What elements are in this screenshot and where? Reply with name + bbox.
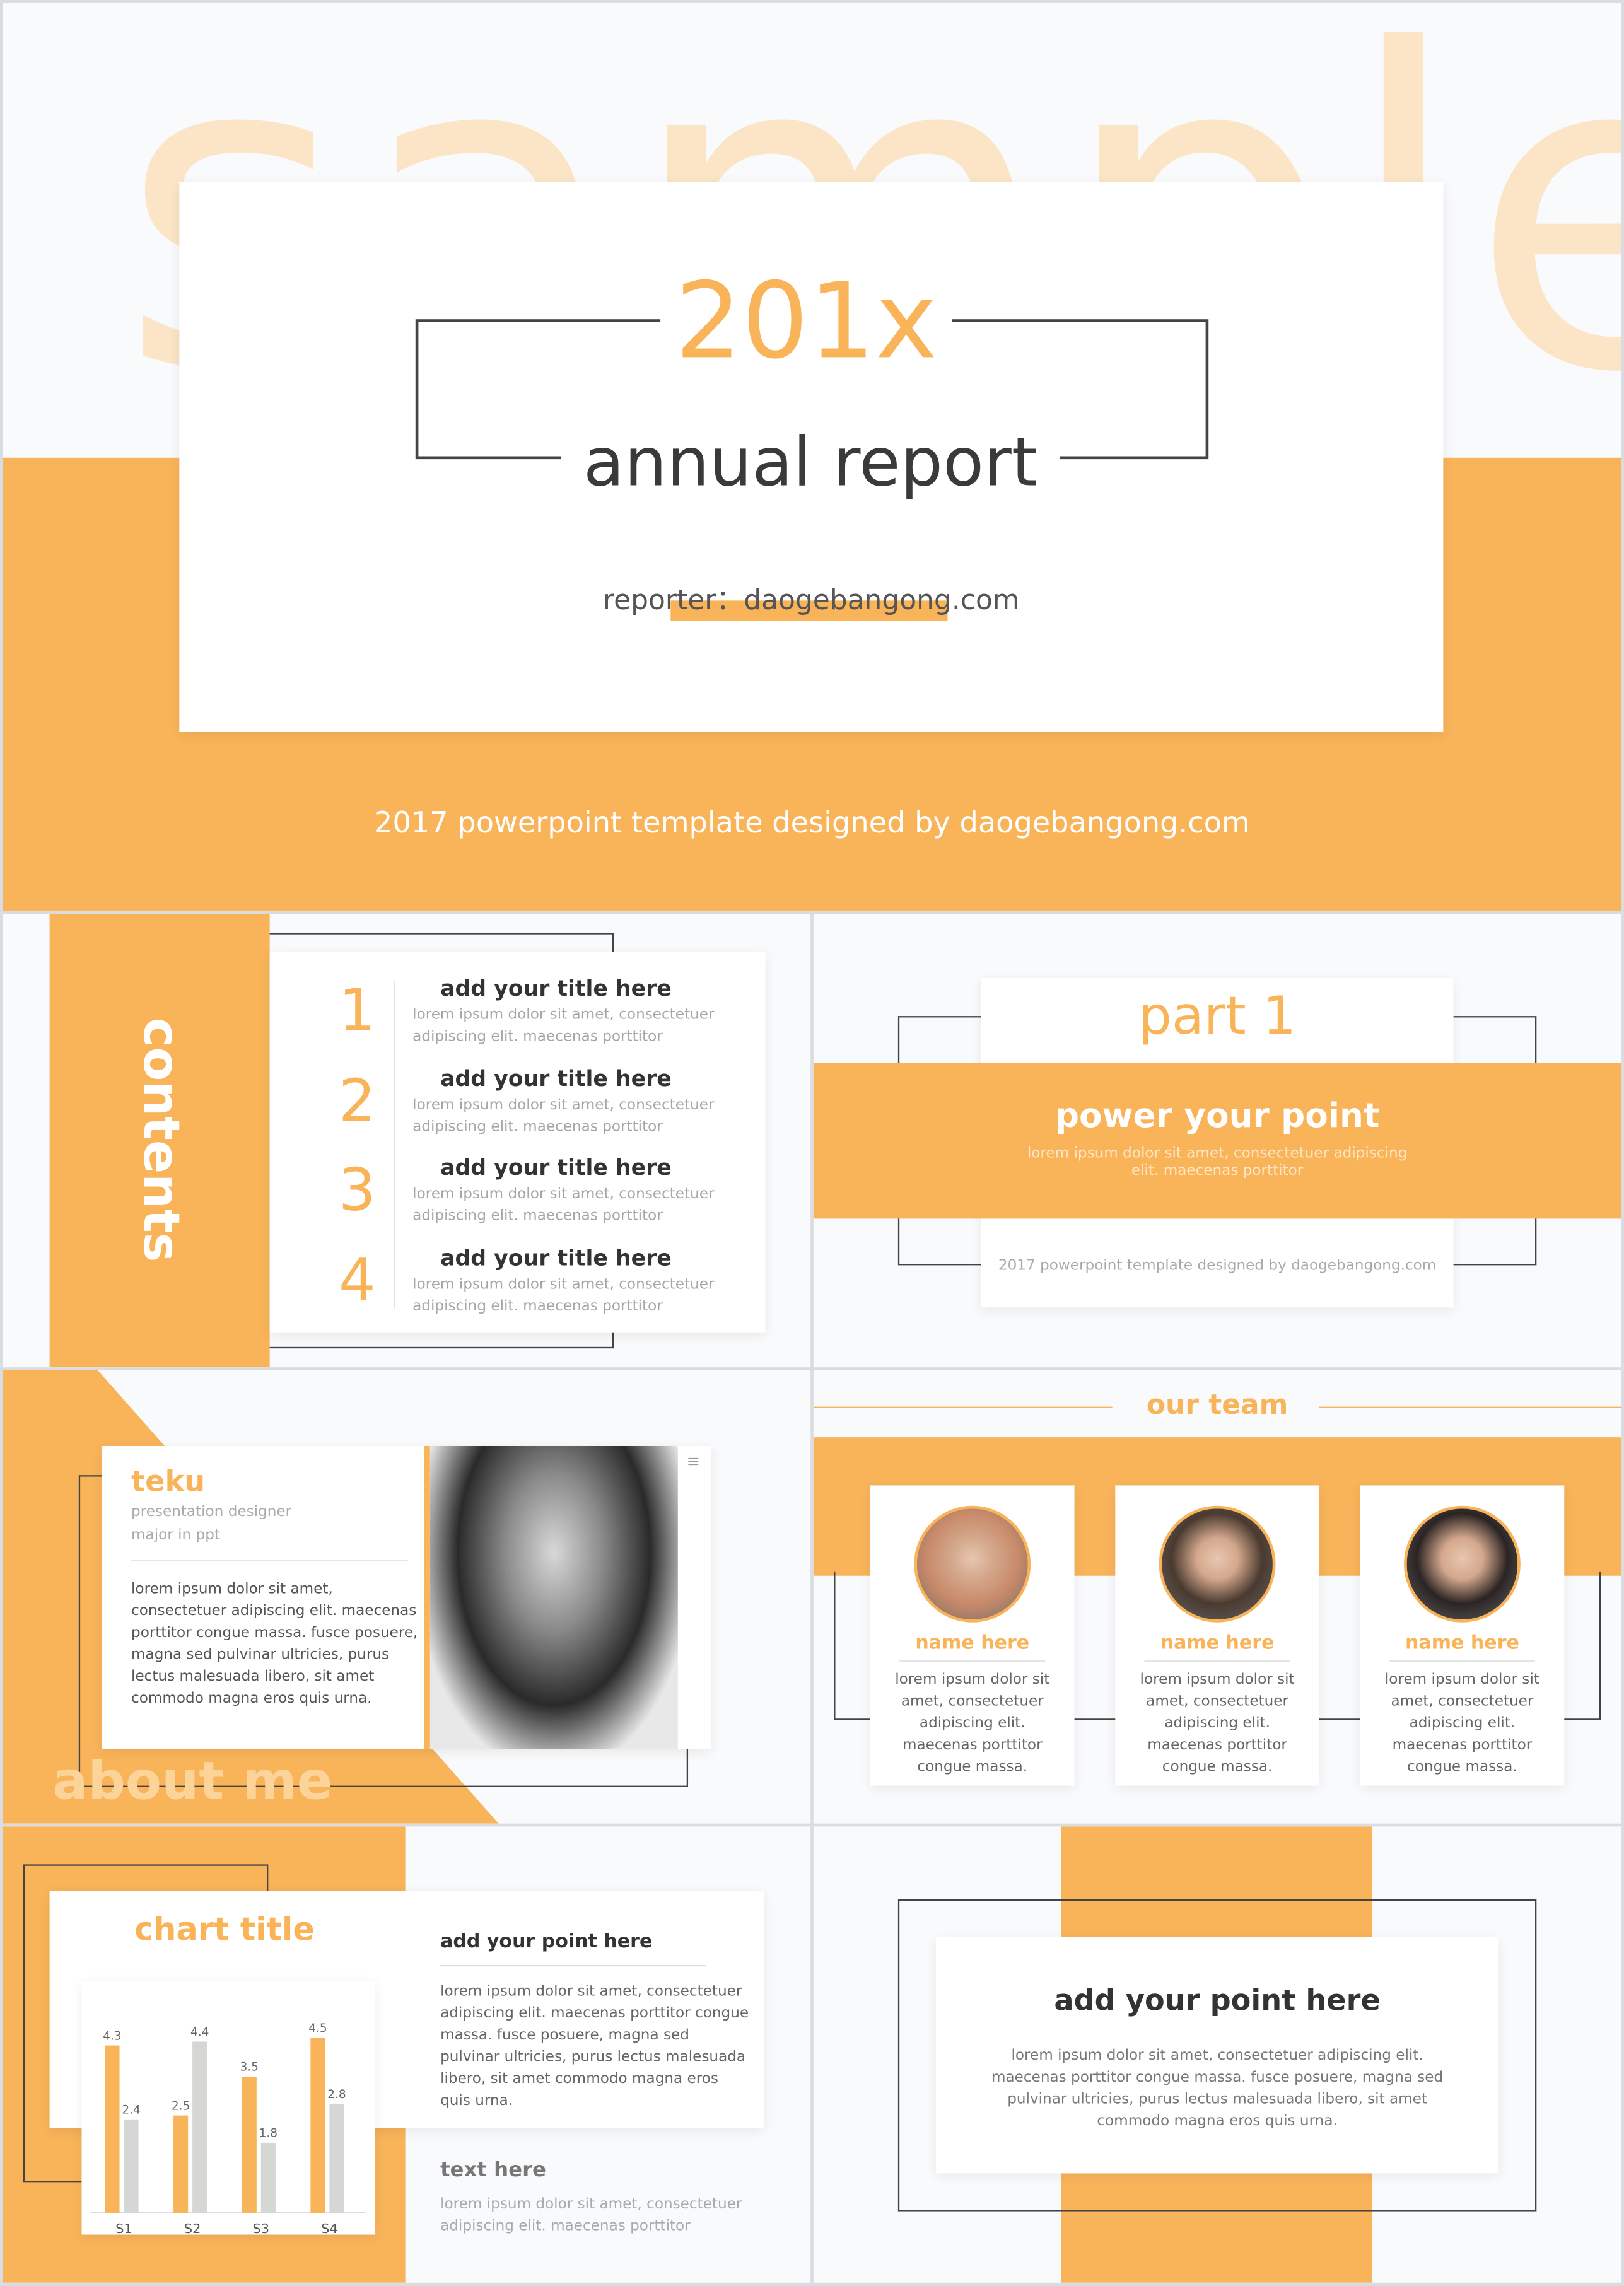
item-title: add your title here — [440, 1064, 672, 1092]
team-heading: our team — [1146, 1389, 1288, 1421]
bar — [242, 2076, 257, 2213]
about-card: teku presentation designer major in ppt … — [102, 1446, 712, 1749]
item-number: 3 — [338, 1157, 376, 1225]
text-title: text here — [440, 2159, 547, 2183]
contents-card: 1 add your title here lorem ipsum dolor … — [269, 952, 766, 1333]
data-label: 2.5 — [172, 2099, 190, 2113]
cover-card: 201x annual report reporter：daogebangong… — [179, 182, 1444, 732]
last-desc: lorem ipsum dolor sit amet, consectetuer… — [991, 2048, 1444, 2130]
avatar — [914, 1505, 1031, 1623]
part-footer: 2017 powerpoint template designed by dao… — [998, 1257, 1437, 1274]
part-label: part 1 — [1138, 986, 1297, 1047]
part-title: power your point — [1054, 1097, 1380, 1136]
about-name: teku — [131, 1463, 206, 1499]
text-desc: lorem ipsum dolor sit amet, consectetuer… — [440, 2196, 742, 2235]
year: 201x — [660, 258, 952, 383]
bar — [124, 2119, 139, 2213]
data-label: 2.4 — [122, 2104, 140, 2117]
portrait-photo — [429, 1446, 678, 1749]
data-label: 4.4 — [190, 2026, 209, 2039]
tick-label: S2 — [184, 2221, 201, 2234]
bar-chart: 4.3 2.4 S1 2.5 4.4 S2 3.5 1.8 S3 4.5 2.8 S4 — [90, 2022, 366, 2236]
part-desc: lorem ipsum dolor sit amet, consectetuer… — [1027, 1145, 1408, 1180]
bar — [192, 2041, 207, 2213]
data-label: 1.8 — [259, 2127, 277, 2140]
team-member-card[interactable]: name here lorem ipsum dolor sit amet, co… — [870, 1485, 1075, 1786]
data-label: 2.8 — [327, 2088, 346, 2101]
avatar — [1403, 1505, 1521, 1623]
bar — [329, 2104, 344, 2213]
part-band: power your point lorem ipsum dolor sit a… — [813, 1063, 1621, 1219]
about-major: major in ppt — [131, 1527, 220, 1544]
member-desc: lorem ipsum dolor sit amet, consectetuer… — [1140, 1672, 1295, 1776]
team-slide[interactable]: our team name here lorem ipsum dolor sit… — [813, 1370, 1621, 1824]
member-desc: lorem ipsum dolor sit amet, consectetuer… — [895, 1672, 1050, 1776]
contents-item[interactable]: 3 add your title here lorem ipsum dolor … — [270, 1152, 766, 1239]
data-label: 3.5 — [240, 2061, 259, 2074]
about-watermark: about me — [52, 1752, 333, 1812]
last-title: add your point here — [1054, 1982, 1381, 2018]
item-number: 1 — [338, 978, 376, 1046]
chart-slide[interactable]: chart title add your point here lorem ip… — [3, 1826, 811, 2283]
member-name: name here — [1160, 1632, 1275, 1655]
member-name: name here — [915, 1632, 1030, 1655]
item-desc: lorem ipsum dolor sit amet, consectetuer… — [412, 1007, 715, 1046]
data-label: 4.5 — [308, 2022, 327, 2035]
about-role: presentation designer — [131, 1504, 292, 1520]
item-desc: lorem ipsum dolor sit amet, consectetuer… — [412, 1186, 715, 1225]
contents-item[interactable]: 1 add your title here lorem ipsum dolor … — [270, 972, 766, 1060]
bar — [260, 2142, 276, 2213]
item-number: 4 — [338, 1247, 376, 1314]
point-desc: lorem ipsum dolor sit amet, consectetuer… — [440, 1983, 749, 2109]
reporter: reporter：daogebangong.com — [603, 584, 1020, 617]
avatar — [1159, 1505, 1276, 1623]
item-title: add your title here — [440, 1154, 672, 1181]
tick-label: S4 — [321, 2221, 337, 2234]
item-desc: lorem ipsum dolor sit amet, consectetuer… — [412, 1097, 715, 1135]
part-slide[interactable]: part 1 2017 powerpoint template designed… — [813, 914, 1621, 1368]
tick-label: S1 — [115, 2221, 132, 2234]
point-slide[interactable]: add your point here lorem ipsum dolor si… — [813, 1826, 1621, 2283]
contents-item[interactable]: 4 add your title here lorem ipsum dolor … — [270, 1241, 766, 1329]
bar — [105, 2045, 120, 2213]
member-desc: lorem ipsum dolor sit amet, consectetuer… — [1384, 1672, 1539, 1776]
contents-item[interactable]: 2 add your title here lorem ipsum dolor … — [270, 1062, 766, 1150]
chart-box: 4.3 2.4 S1 2.5 4.4 S2 3.5 1.8 S3 4.5 2.8 S4 — [81, 1981, 375, 2236]
chart-title: chart title — [134, 1912, 315, 1949]
tick-label: S3 — [253, 2221, 269, 2234]
team-member-card[interactable]: name here lorem ipsum dolor sit amet, co… — [1360, 1485, 1565, 1786]
team-member-card[interactable]: name here lorem ipsum dolor sit amet, co… — [1115, 1485, 1319, 1786]
data-label: 4.3 — [103, 2029, 121, 2043]
contents-heading: contents — [131, 1017, 190, 1263]
bar — [310, 2038, 325, 2213]
item-title: add your title here — [440, 1244, 672, 1271]
point-title: add your point here — [440, 1931, 653, 1954]
point-card: add your point here lorem ipsum dolor si… — [935, 1937, 1499, 2174]
item-number: 2 — [338, 1068, 376, 1135]
item-title: add your title here — [440, 975, 672, 1002]
item-desc: lorem ipsum dolor sit amet, consectetuer… — [412, 1276, 715, 1314]
member-name: name here — [1405, 1632, 1519, 1655]
cover-slide[interactable]: sample 201x annual report reporter：daoge… — [3, 3, 1621, 911]
bar — [173, 2115, 189, 2213]
cover-footer: 2017 powerpoint template designed by dao… — [374, 804, 1250, 840]
menu-icon[interactable]: ≡ — [687, 1452, 700, 1471]
title: annual report — [561, 418, 1060, 506]
about-slide[interactable]: about me teku presentation designer majo… — [3, 1370, 811, 1824]
about-bio: lorem ipsum dolor sit amet, consectetuer… — [131, 1581, 418, 1707]
contents-slide[interactable]: contents 1 add your title here lorem ips… — [3, 914, 811, 1368]
